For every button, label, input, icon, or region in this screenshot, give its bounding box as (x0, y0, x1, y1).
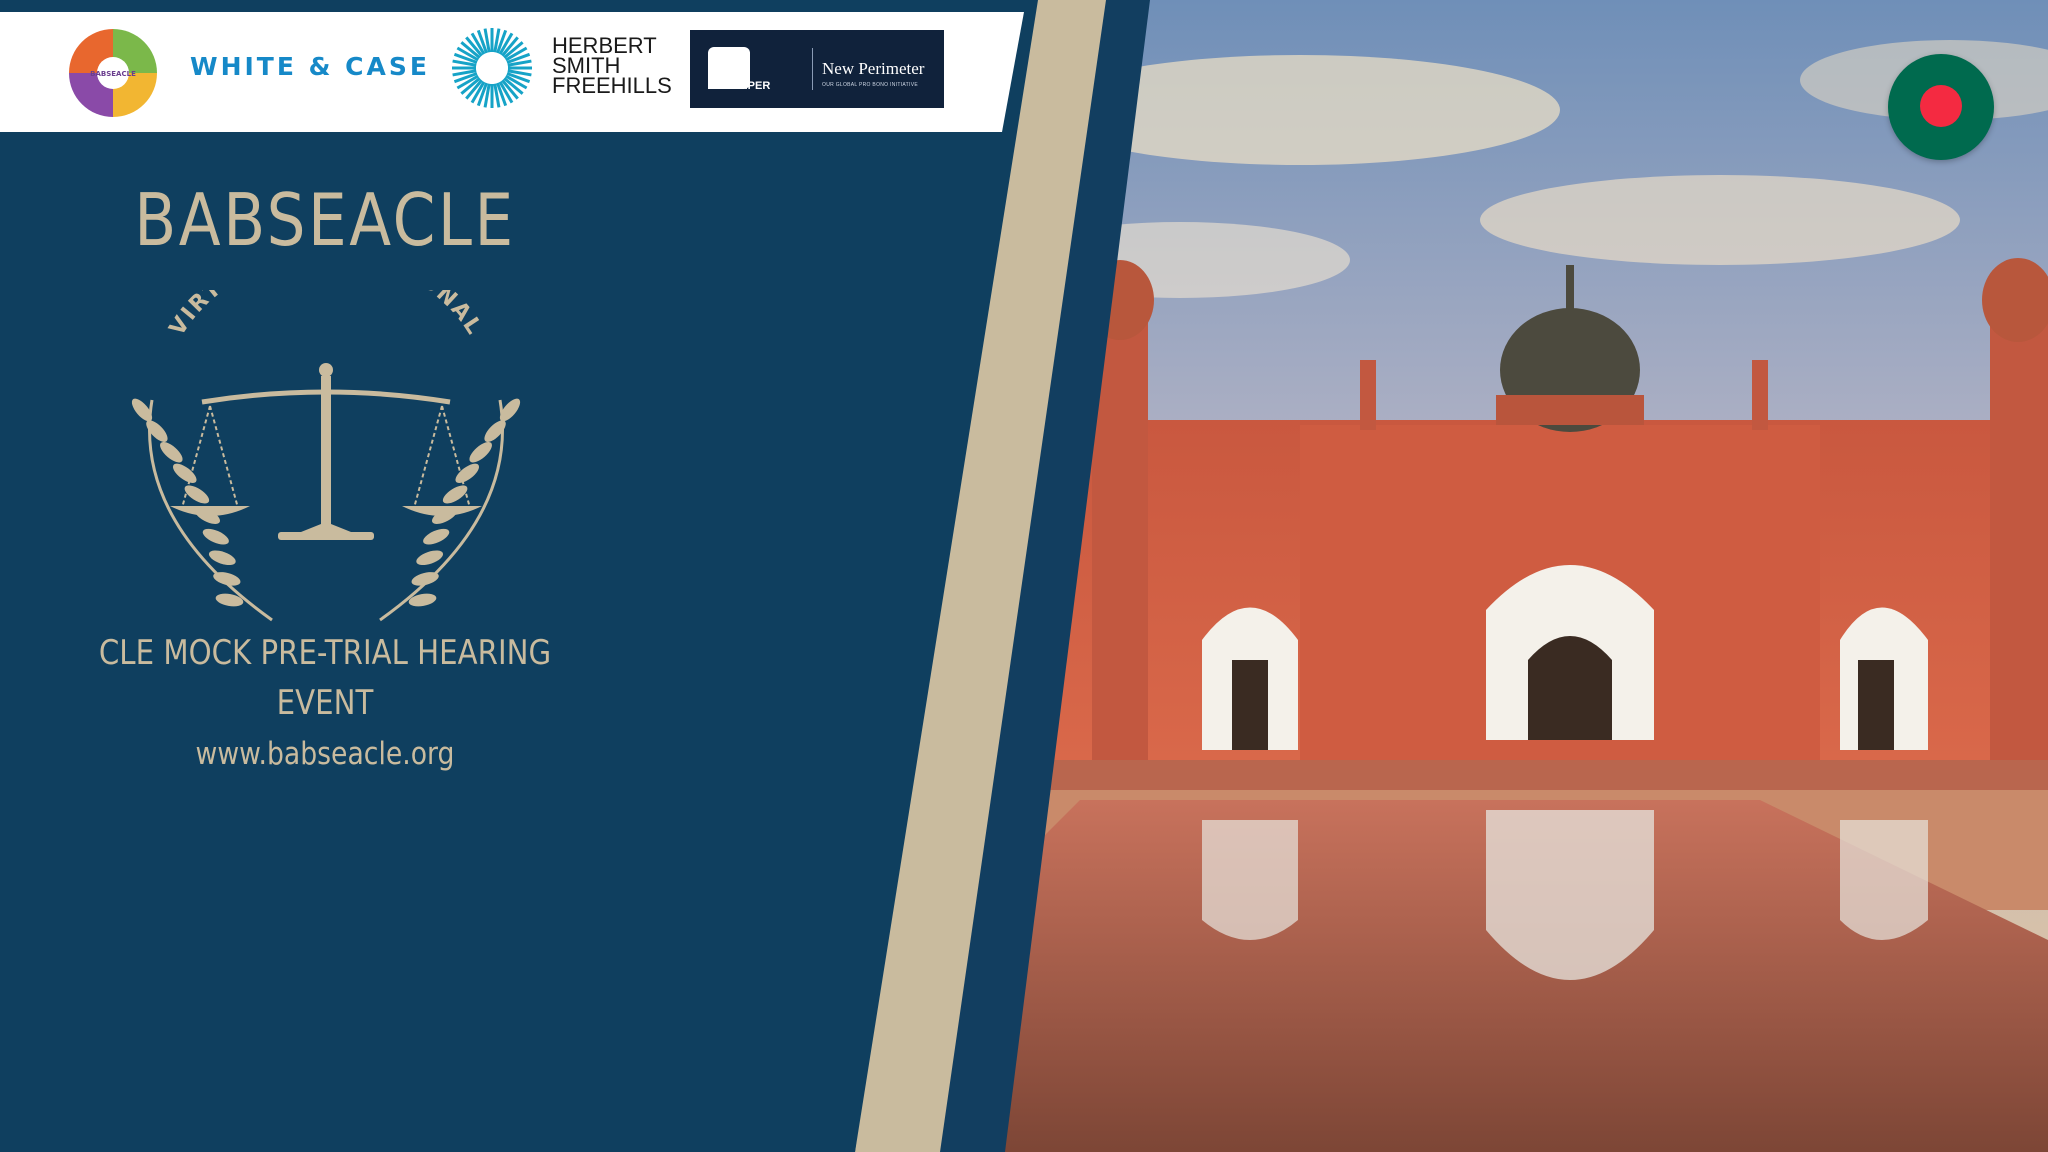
org-title: BABSEACLE (134, 178, 516, 262)
laurel-leaf (423, 528, 450, 545)
laurel-leaf (416, 550, 444, 566)
white-case-logo[interactable]: WHITE & CASE (190, 52, 430, 81)
laurel-leaf (484, 420, 506, 442)
event-title-line: EVENT (276, 683, 374, 723)
partner-logo-bar: BABSEACLE WHITE & CASE HERBERT SMITH FRE… (0, 12, 1024, 132)
laurel-leaf (160, 441, 183, 463)
logo-divider (812, 48, 813, 90)
svg-text:VIRTUAL ASIA REGIONAL: VIRTUAL ASIA REGIONAL (165, 290, 487, 340)
laurel-leaf (172, 463, 197, 483)
flag-red-disc (1920, 85, 1962, 127)
org-logo-caption: BABSEACLE (90, 70, 136, 78)
laurel-leaf (469, 441, 492, 463)
event-title-line: CLE MOCK PRE-TRIAL HEARING (98, 633, 552, 673)
laurel-leaf (455, 463, 480, 483)
laurel-leaf (208, 550, 236, 566)
slide: BABSEACLE WHITE & CASE HERBERT SMITH FRE… (0, 0, 2048, 1152)
hsf-logo[interactable]: HERBERT SMITH FREEHILLS (552, 35, 672, 98)
emblem-arc-text: VIRTUAL ASIA REGIONAL (165, 290, 485, 340)
dla-piper-name: DLA PIPER (712, 80, 771, 92)
website-link[interactable]: www.babseacle.org (46, 736, 605, 772)
new-perimeter-title: New Perimeter (822, 59, 925, 78)
scales-of-justice-icon: VIRTUAL ASIA REGIONAL (131, 290, 521, 622)
hsf-name-line: FREEHILLS (552, 73, 672, 98)
laurel-leaf (202, 528, 229, 545)
babseacle-logo[interactable]: BABSEACLE (66, 26, 160, 120)
laurel-leaf (146, 420, 168, 442)
new-perimeter-subtitle: OUR GLOBAL PRO BONO INITIATIVE (822, 82, 918, 88)
sunburst-icon (450, 26, 534, 110)
event-title: CLE MOCK PRE-TRIAL HEARING EVENT (46, 628, 605, 728)
bangladesh-flag-icon (1888, 54, 1994, 160)
dla-piper-new-perimeter-logo[interactable]: DLA PIPER New Perimeter OUR GLOBAL PRO B… (690, 30, 944, 108)
